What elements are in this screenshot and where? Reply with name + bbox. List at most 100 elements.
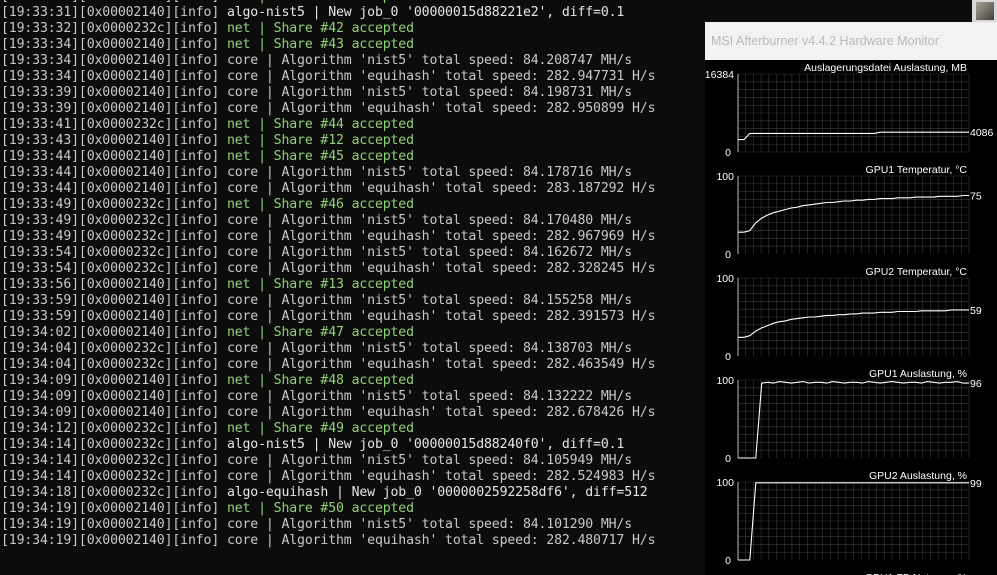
log-time: [19:34:19]	[1, 517, 79, 532]
log-message: net | Share #49 accepted	[226, 421, 414, 436]
log-level: [info]	[172, 277, 220, 292]
log-message: net | Share #44 accepted	[226, 117, 414, 132]
log-level: [info]	[172, 133, 220, 148]
log-level: [info]	[172, 357, 220, 372]
log-message: net | Share #45 accepted	[226, 149, 414, 164]
log-level: [info]	[172, 117, 220, 132]
log-thread: [0x0000232c]	[78, 261, 173, 276]
log-message: core | Algorithm 'equihash' total speed:…	[226, 261, 656, 276]
log-time: [19:33:54]	[1, 245, 79, 260]
log-level: [info]	[172, 341, 220, 356]
log-prefix: [19:34:12][0x0000232c][info]	[1, 421, 219, 436]
log-line: [19:33:31][0x00002140][info] algo-nist5 …	[0, 5, 705, 21]
log-level: [info]	[172, 21, 220, 36]
window-thumbnail[interactable]	[972, 0, 997, 22]
log-prefix: [19:33:54][0x0000232c][info]	[1, 245, 219, 260]
graph-current-value: 4086	[970, 127, 994, 139]
log-time: [19:34:09]	[1, 389, 79, 404]
log-message: net | Share #47 accepted	[226, 325, 414, 340]
log-prefix: [19:33:59][0x00002140][info]	[1, 293, 219, 308]
log-level: [info]	[172, 325, 220, 340]
log-message: net | Share #46 accepted	[226, 197, 414, 212]
log-level: [info]	[172, 53, 220, 68]
log-prefix: [19:34:14][0x0000232c][info]	[1, 437, 219, 452]
log-message: net | Share #42 accepted	[226, 21, 414, 36]
log-line: [19:33:39][0x00002140][info] core | Algo…	[0, 85, 705, 101]
log-line: [19:33:39][0x00002140][info] core | Algo…	[0, 101, 705, 117]
graph-max: 100	[716, 171, 734, 183]
log-thread: [0x00002140]	[78, 501, 173, 516]
log-time: [19:33:41]	[1, 117, 79, 132]
log-line: [19:34:02][0x00002140][info] net | Share…	[0, 325, 705, 341]
log-time: [19:34:09]	[1, 373, 79, 388]
log-prefix: [19:33:49][0x0000232c][info]	[1, 197, 219, 212]
log-message: algo-nist5 | New job_0 '00000015d88221e2…	[226, 5, 625, 20]
log-level: [info]	[172, 245, 220, 260]
log-line: [19:33:49][0x0000232c][info] core | Algo…	[0, 213, 705, 229]
log-time: [19:33:49]	[1, 197, 79, 212]
graph-min: 0	[725, 147, 731, 159]
log-level: [info]	[172, 197, 220, 212]
log-level: [info]	[172, 229, 220, 244]
log-line: [19:34:14][0x0000232c][info] core | Algo…	[0, 469, 705, 485]
log-prefix: [19:33:32][0x0000232c][info]	[1, 21, 219, 36]
log-time: [19:34:14]	[1, 437, 79, 452]
log-message: core | Algorithm 'nist5' total speed: 84…	[226, 517, 632, 532]
log-level: [info]	[172, 453, 220, 468]
graphs-canvas: Auslagerungsdatei Auslastung, MB 16384 0 40…	[705, 62, 994, 575]
log-prefix: [19:33:31][0x00002140][info]	[1, 5, 219, 20]
log-thread: [0x00002140]	[78, 53, 173, 68]
log-time: [19:33:31]	[1, 5, 79, 20]
log-thread: [0x00002140]	[78, 325, 173, 340]
log-line: [19:33:44][0x00002140][info] core | Algo…	[0, 181, 705, 197]
log-level: [info]	[172, 181, 220, 196]
window-title[interactable]: MSI Afterburner v4.4.2 Hardware Monitor	[705, 22, 997, 60]
graph-current-value: 99	[970, 478, 982, 490]
log-time: [19:33:44]	[1, 165, 79, 180]
miner-console[interactable]: [19:33:30][0x00002140][info] net | Share…	[0, 0, 705, 575]
log-prefix: [19:34:14][0x0000232c][info]	[1, 453, 219, 468]
log-thread: [0x0000232c]	[78, 197, 173, 212]
graph-max: 100	[716, 375, 734, 387]
log-prefix: [19:34:09][0x00002140][info]	[1, 405, 219, 420]
log-line: [19:34:19][0x00002140][info] core | Algo…	[0, 517, 705, 533]
log-thread: [0x00002140]	[78, 277, 173, 292]
log-level: [info]	[172, 405, 220, 420]
log-prefix: [19:34:02][0x00002140][info]	[1, 325, 219, 340]
log-line: [19:33:59][0x00002140][info] core | Algo…	[0, 293, 705, 309]
graph-current-value: 59	[970, 305, 982, 317]
log-message: core | Algorithm 'nist5' total speed: 84…	[226, 213, 632, 228]
log-prefix: [19:33:44][0x00002140][info]	[1, 149, 219, 164]
graph-max: 100	[716, 273, 734, 285]
log-time: [19:33:59]	[1, 293, 79, 308]
log-line: [19:33:34][0x00002140][info] net | Share…	[0, 37, 705, 53]
log-prefix: [19:34:04][0x0000232c][info]	[1, 341, 219, 356]
log-prefix: [19:34:14][0x0000232c][info]	[1, 469, 219, 484]
graph-label: GPU2 Auslastung, %	[869, 470, 967, 482]
log-thread: [0x0000232c]	[78, 485, 173, 500]
log-message: core | Algorithm 'equihash' total speed:…	[226, 309, 656, 324]
log-thread: [0x00002140]	[78, 37, 173, 52]
log-line: [19:33:59][0x00002140][info] core | Algo…	[0, 309, 705, 325]
log-level: [info]	[172, 517, 220, 532]
log-thread: [0x00002140]	[78, 517, 173, 532]
log-level: [info]	[172, 501, 220, 516]
log-thread: [0x0000232c]	[78, 341, 173, 356]
log-line: [19:33:41][0x0000232c][info] net | Share…	[0, 117, 705, 133]
log-prefix: [19:33:49][0x0000232c][info]	[1, 229, 219, 244]
log-thread: [0x0000232c]	[78, 245, 173, 260]
log-thread: [0x0000232c]	[78, 21, 173, 36]
log-line: [19:34:09][0x00002140][info] core | Algo…	[0, 405, 705, 421]
log-time: [19:33:44]	[1, 181, 79, 196]
graph-min: 0	[725, 453, 731, 465]
afterburner-monitor-window[interactable]: MSI Afterburner v4.4.2 Hardware Monitor …	[705, 22, 997, 575]
log-time: [19:34:04]	[1, 357, 79, 372]
log-level: [info]	[172, 261, 220, 276]
log-line: [19:33:44][0x00002140][info] core | Algo…	[0, 165, 705, 181]
log-message: algo-nist5 | New job_0 '00000015d88240f0…	[226, 437, 625, 452]
log-prefix: [19:33:34][0x00002140][info]	[1, 37, 219, 52]
log-message: net | Share #12 accepted	[226, 133, 414, 148]
log-level: [info]	[172, 165, 220, 180]
log-thread: [0x00002140]	[78, 85, 173, 100]
log-time: [19:34:18]	[1, 485, 79, 500]
